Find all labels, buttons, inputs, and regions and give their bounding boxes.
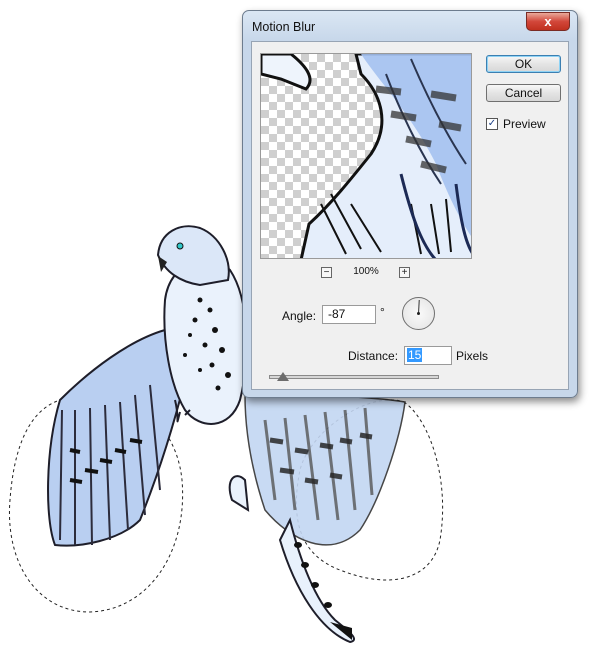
distance-slider-track[interactable] xyxy=(269,375,439,379)
close-button[interactable]: x xyxy=(526,12,570,31)
preview-label: Preview xyxy=(503,117,546,131)
cancel-button[interactable]: Cancel xyxy=(486,84,561,102)
minus-icon: − xyxy=(323,267,330,278)
distance-value: 15 xyxy=(407,348,423,362)
motion-blur-dialog: Motion Blur x − 100% + OK Cancel ✓ Previ… xyxy=(242,10,578,398)
angle-input[interactable]: -87 xyxy=(322,305,376,324)
filter-preview[interactable] xyxy=(260,53,472,259)
zoom-out-button[interactable]: − xyxy=(321,267,332,278)
distance-input[interactable]: 15 xyxy=(404,346,452,365)
dialog-title: Motion Blur xyxy=(252,20,316,34)
angle-unit: ° xyxy=(380,305,385,319)
plus-icon: + xyxy=(401,267,408,278)
zoom-controls: − 100% + xyxy=(260,266,472,282)
preview-checkbox[interactable]: ✓ xyxy=(486,118,498,130)
left-wing xyxy=(47,328,187,547)
dialog-client-area: − 100% + OK Cancel ✓ Preview Angle: -87 … xyxy=(251,41,569,390)
checkmark-icon: ✓ xyxy=(487,118,497,129)
right-wing xyxy=(244,394,406,546)
close-icon: x xyxy=(544,14,552,29)
distance-label: Distance: xyxy=(348,349,399,363)
distance-unit: Pixels xyxy=(456,349,489,363)
bird-head xyxy=(156,225,230,287)
angle-label: Angle: xyxy=(282,309,317,323)
dial-center xyxy=(417,312,420,315)
zoom-in-button[interactable]: + xyxy=(399,267,410,278)
distance-slider-thumb[interactable] xyxy=(276,372,289,381)
angle-dial-icon[interactable] xyxy=(402,297,435,330)
zoom-level: 100% xyxy=(353,266,379,277)
dialog-titlebar[interactable]: Motion Blur x xyxy=(243,11,577,41)
ok-button[interactable]: OK xyxy=(486,55,561,73)
preview-image xyxy=(261,54,471,258)
